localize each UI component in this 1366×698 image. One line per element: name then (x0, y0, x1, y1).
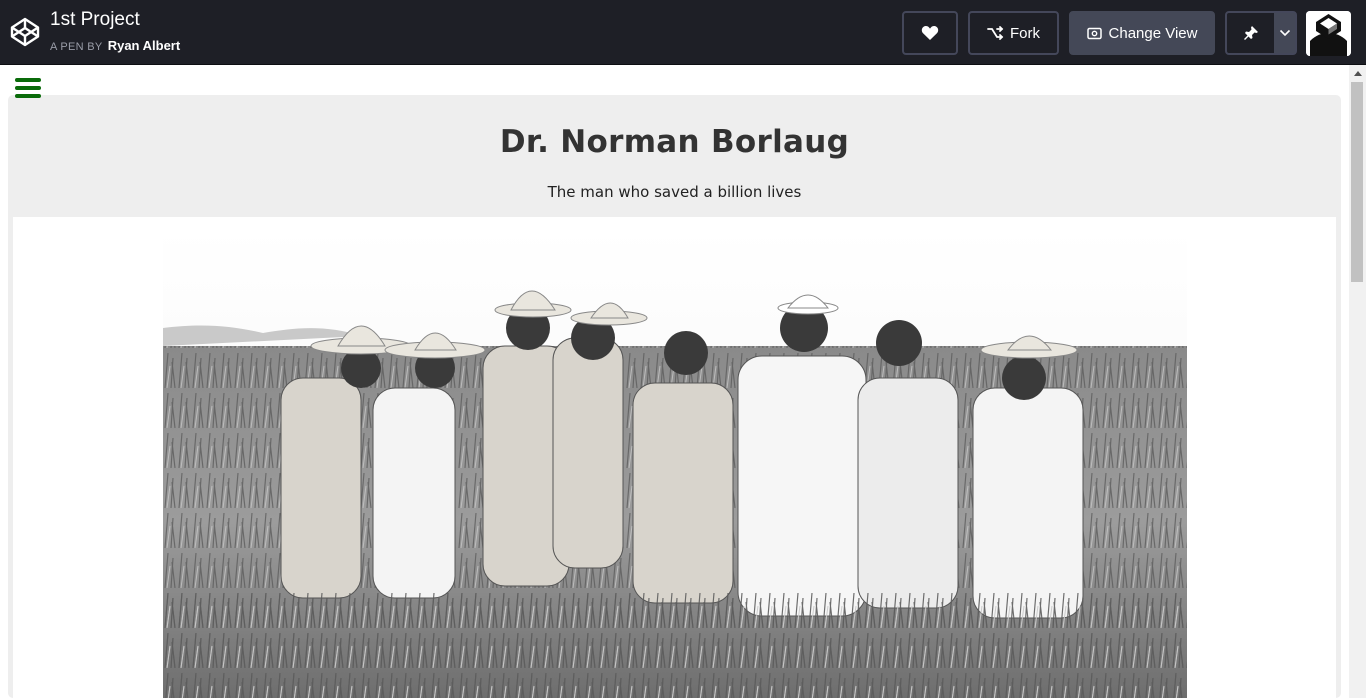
author-link[interactable]: Ryan Albert (108, 38, 180, 53)
user-avatar[interactable] (1306, 11, 1351, 56)
fork-label: Fork (1010, 24, 1040, 42)
change-view-label: Change View (1108, 24, 1198, 42)
avatar-image (1306, 11, 1351, 56)
heart-icon (921, 26, 939, 40)
change-view-button[interactable]: Change View (1069, 11, 1215, 55)
view-icon (1086, 27, 1102, 39)
like-button[interactable] (902, 11, 958, 55)
page-title: Dr. Norman Borlaug (499, 124, 850, 160)
codepen-header: 1st Project A PEN BY Ryan Albert Fork Ch… (0, 0, 1366, 65)
vertical-scrollbar[interactable] (1349, 65, 1366, 698)
pin-button[interactable] (1227, 13, 1274, 53)
byline-prefix: A PEN BY (50, 41, 103, 53)
hamburger-icon[interactable] (15, 78, 41, 100)
scroll-up-arrow-icon[interactable] (1349, 65, 1366, 82)
scrollbar-thumb[interactable] (1351, 82, 1363, 282)
pin-icon (1243, 26, 1258, 40)
codepen-logo-icon[interactable] (9, 16, 41, 48)
chevron-down-icon (1279, 29, 1290, 37)
pen-title[interactable]: 1st Project (50, 9, 140, 31)
pin-button-group (1225, 11, 1297, 55)
fork-icon (987, 26, 1004, 40)
pin-menu-toggle[interactable] (1274, 13, 1295, 53)
page-subtitle: The man who saved a billion lives (547, 183, 802, 201)
fork-button[interactable]: Fork (968, 11, 1059, 55)
pen-byline: A PEN BY Ryan Albert (50, 38, 180, 53)
borlaug-photo (163, 228, 1187, 698)
